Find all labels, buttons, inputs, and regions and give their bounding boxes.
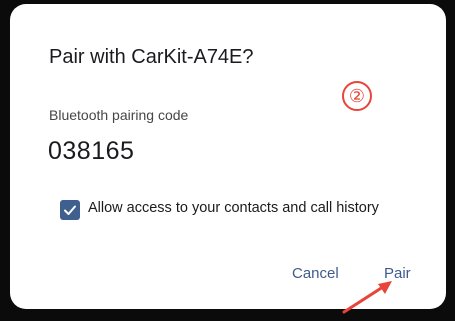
pairing-code-label: Bluetooth pairing code <box>49 107 189 123</box>
pairing-code-value: 038165 <box>48 137 135 165</box>
allow-access-label[interactable]: Allow access to your contacts and call h… <box>88 200 379 216</box>
dialog-title: Pair with CarKit-A74E? <box>49 46 254 68</box>
arrow-annotation-icon <box>342 281 392 314</box>
allow-access-checkbox[interactable] <box>60 200 80 220</box>
checkmark-icon <box>64 205 76 215</box>
cancel-button[interactable]: Cancel <box>292 265 339 282</box>
step-annotation: ② <box>342 81 372 111</box>
pair-dialog: Pair with CarKit-A74E? ② Bluetooth pairi… <box>10 4 446 314</box>
